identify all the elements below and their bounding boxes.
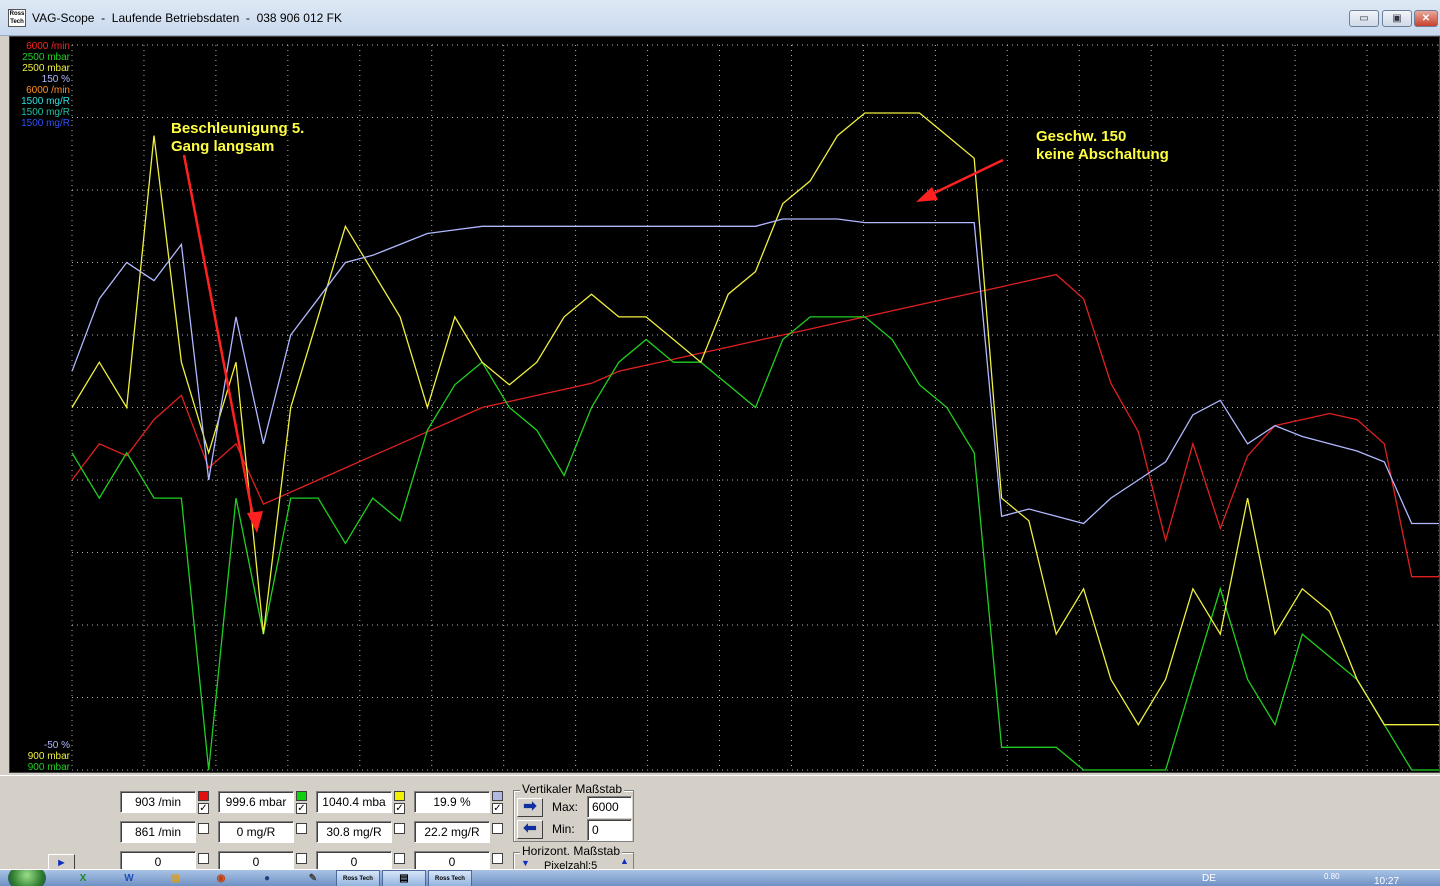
control-panel: 903 /min ✓ 861 /min 0 999.6 mbar ✓ 0 mg/R 0 1040… bbox=[0, 775, 1440, 882]
app-icon: Ross Tech bbox=[8, 9, 26, 27]
arrow-right-icon: ➡ bbox=[523, 798, 537, 815]
arrow-right-line bbox=[927, 158, 1004, 198]
readout-ch1-row1: 903 /min bbox=[120, 791, 196, 813]
close-button[interactable]: ✕ bbox=[1414, 10, 1438, 27]
axis-top-labels: 6000 /min 2500 mbar 2500 mbar 150 % 6000 /mi… bbox=[10, 41, 70, 129]
checkbox-ch4-row1[interactable]: ✓ bbox=[492, 803, 503, 814]
pixel-count-spinner[interactable]: ▲ bbox=[620, 856, 629, 866]
tool-icon[interactable]: ✎ bbox=[298, 871, 328, 886]
color-swatch-ch2[interactable] bbox=[296, 791, 307, 801]
taskbar-task-window[interactable]: ▤ bbox=[382, 870, 426, 886]
annotation-arrows bbox=[182, 154, 1004, 533]
readout-ch2-row1: 999.6 mbar bbox=[218, 791, 294, 813]
readout-ch4-row2: 22.2 mg/R bbox=[414, 821, 490, 843]
axis-top-label-6: 1500 mg/R bbox=[21, 107, 70, 118]
series-line-1 bbox=[71, 273, 1439, 578]
color-swatch-ch3[interactable] bbox=[394, 791, 405, 801]
max-label: Max: bbox=[552, 800, 579, 814]
arrow-left-line bbox=[182, 154, 257, 528]
axis-bottom-labels: -50 % 900 mbar 900 mbar bbox=[10, 740, 70, 773]
checkbox-ch2-row2[interactable] bbox=[296, 823, 307, 834]
taskbar: X W ▤ ◉ ● ✎ Ross Tech ▤ Ross Tech DE 0.8… bbox=[0, 869, 1440, 886]
checkbox-ch4-row3[interactable] bbox=[492, 853, 503, 864]
series-line-2 bbox=[71, 316, 1439, 771]
checkbox-ch3-row3[interactable] bbox=[394, 853, 405, 864]
max-input[interactable]: 6000 bbox=[587, 796, 632, 818]
readout-ch1-row2: 861 /min bbox=[120, 821, 196, 843]
axis-top-label-4: 6000 /min bbox=[26, 85, 70, 96]
readout-ch3-row2: 30.8 mg/R bbox=[316, 821, 392, 843]
annotation-right: Geschw. 150 keine Abschaltung bbox=[1036, 128, 1169, 163]
checkbox-ch1-row2[interactable] bbox=[198, 823, 209, 834]
maximize-button[interactable]: ▣ bbox=[1382, 10, 1412, 27]
start-button[interactable] bbox=[8, 870, 46, 886]
checkbox-ch2-row1[interactable]: ✓ bbox=[296, 803, 307, 814]
clock[interactable]: 10:27 bbox=[1374, 876, 1399, 886]
axis-top-label-7: 1500 mg/R bbox=[21, 118, 70, 129]
scale-up-button[interactable]: ➡ bbox=[517, 798, 543, 817]
annotation-left: Beschleunigung 5. Gang langsam bbox=[171, 120, 305, 155]
title-bar: Ross Tech VAG-Scope - Laufende Betriebsd… bbox=[0, 0, 1440, 36]
language-indicator[interactable]: DE bbox=[1202, 873, 1216, 884]
scope-plot[interactable]: 6000 /min 2500 mbar 2500 mbar 150 % 6000 /mi… bbox=[9, 36, 1440, 773]
excel-icon[interactable]: X bbox=[68, 871, 98, 886]
browser-icon[interactable]: ● bbox=[252, 871, 282, 886]
min-label: Min: bbox=[552, 822, 575, 836]
axis-bottom-label-0: -50 % bbox=[43, 740, 70, 751]
readout-ch2-row2: 0 mg/R bbox=[218, 821, 294, 843]
taskbar-task-vcds-1[interactable]: Ross Tech bbox=[336, 870, 380, 886]
series-line-4 bbox=[71, 218, 1439, 525]
zoom-down-icon[interactable]: ▼ bbox=[521, 858, 530, 868]
readout-ch3-row1: 1040.4 mba bbox=[316, 791, 392, 813]
axis-bottom-label-2: 900 mbar bbox=[27, 762, 70, 773]
checkbox-ch3-row2[interactable] bbox=[394, 823, 405, 834]
checkbox-ch2-row3[interactable] bbox=[296, 853, 307, 864]
horizontal-scale-title: Horizont. Maßstab bbox=[520, 844, 623, 858]
axis-top-label-2: 2500 mbar bbox=[22, 63, 70, 74]
checkbox-ch1-row1[interactable]: ✓ bbox=[198, 803, 209, 814]
play-icon: ► bbox=[56, 857, 67, 869]
arrow-right-head bbox=[916, 187, 938, 202]
checkbox-ch3-row1[interactable]: ✓ bbox=[394, 803, 405, 814]
axis-bottom-label-1: 900 mbar bbox=[27, 751, 70, 762]
network-indicator: 0.80 bbox=[1324, 872, 1340, 881]
arrow-left-head bbox=[247, 511, 263, 533]
checkbox-ch1-row3[interactable] bbox=[198, 853, 209, 864]
axis-top-label-0: 6000 /min bbox=[26, 41, 70, 52]
minimize-button[interactable]: ▭ bbox=[1349, 10, 1379, 27]
readout-ch4-row1: 19.9 % bbox=[414, 791, 490, 813]
axis-top-label-3: 150 % bbox=[41, 74, 70, 85]
window-title: VAG-Scope - Laufende Betriebsdaten - 038… bbox=[32, 11, 342, 25]
arrow-left-icon: ⬅ bbox=[523, 820, 537, 837]
axis-top-label-5: 1500 mg/R bbox=[21, 96, 70, 107]
color-swatch-ch1[interactable] bbox=[198, 791, 209, 801]
taskbar-task-vcds-2[interactable]: Ross Tech bbox=[428, 870, 472, 886]
axis-top-label-1: 2500 mbar bbox=[22, 52, 70, 63]
word-icon[interactable]: W bbox=[114, 871, 144, 886]
checkbox-ch4-row2[interactable] bbox=[492, 823, 503, 834]
media-icon[interactable]: ◉ bbox=[206, 871, 236, 886]
explorer-icon[interactable]: ▤ bbox=[160, 871, 190, 886]
color-swatch-ch4[interactable] bbox=[492, 791, 503, 801]
min-input[interactable]: 0 bbox=[587, 819, 632, 841]
series-lines bbox=[71, 112, 1439, 771]
scale-down-button[interactable]: ⬅ bbox=[517, 820, 543, 839]
vertical-scale-title: Vertikaler Maßstab bbox=[520, 782, 625, 796]
